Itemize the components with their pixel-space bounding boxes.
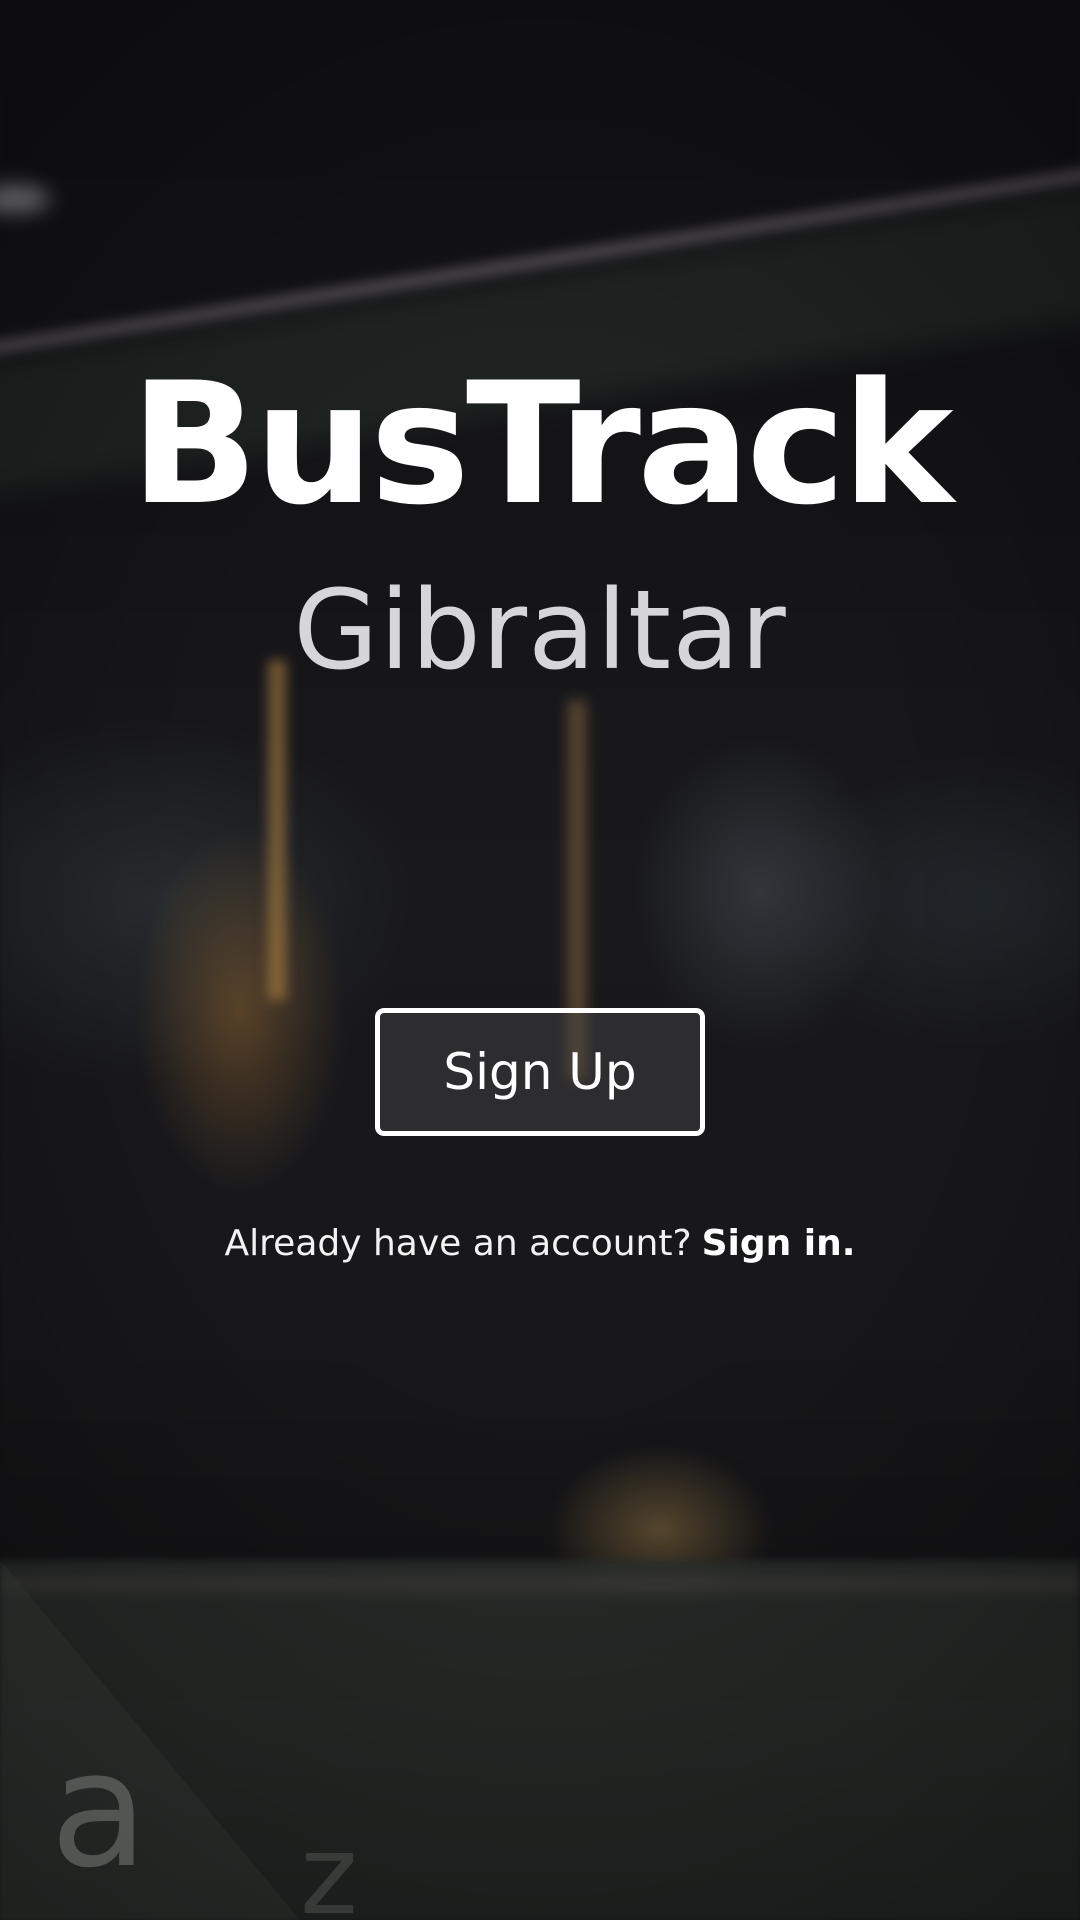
background-vignette [0, 0, 1080, 1920]
sign-in-line: Already have an account? Sign in. [0, 1220, 1080, 1268]
background-glyph-a: a [50, 1716, 149, 1903]
background-photo [0, 0, 1080, 1920]
sign-up-button[interactable]: Sign Up [375, 1008, 705, 1136]
sign-in-link[interactable]: Sign in. [702, 1223, 856, 1264]
app-title: BusTrack [130, 346, 953, 542]
background-glyph-z: z [300, 1811, 358, 1920]
app-subtitle: Gibraltar [293, 566, 787, 694]
sign-in-prompt: Already have an account? [224, 1223, 692, 1264]
welcome-screen: BusTrack Gibraltar Sign Up Already have … [0, 0, 1080, 1920]
